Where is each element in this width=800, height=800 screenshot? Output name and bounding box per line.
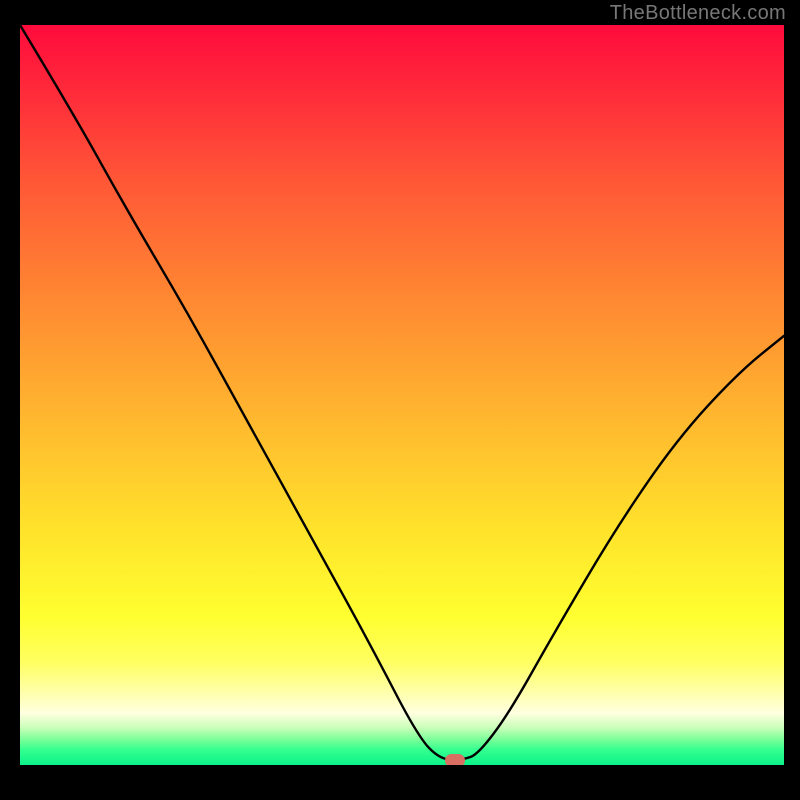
bottleneck-curve bbox=[20, 25, 784, 765]
plot-area bbox=[20, 25, 784, 765]
chart-frame: TheBottleneck.com bbox=[0, 0, 800, 800]
minimum-marker bbox=[445, 754, 465, 765]
curve-path bbox=[20, 25, 784, 760]
watermark-text: TheBottleneck.com bbox=[610, 2, 786, 25]
